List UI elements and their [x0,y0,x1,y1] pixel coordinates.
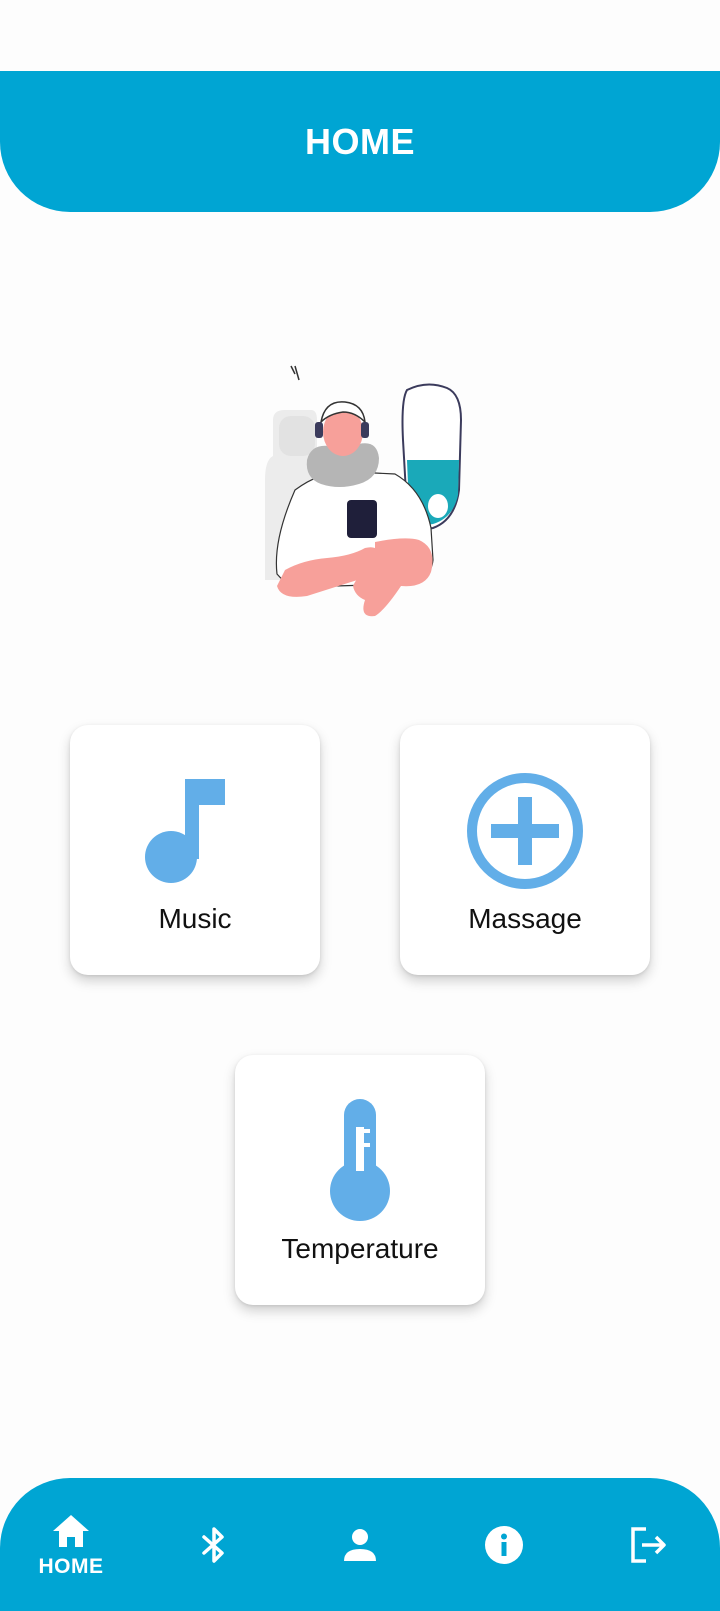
home-icon [51,1511,91,1551]
temperature-card[interactable]: Temperature [235,1055,485,1305]
music-note-icon [133,769,257,893]
info-icon [484,1525,524,1565]
person-listening-music-illustration [265,365,463,617]
bluetooth-icon [194,1525,234,1565]
nav-item-bluetooth[interactable] [159,1478,269,1611]
logout-icon [628,1525,668,1565]
page-title: HOME [305,120,415,162]
music-label: Music [158,903,232,934]
massage-card[interactable]: Massage [400,725,650,975]
nav-item-info[interactable] [449,1478,559,1611]
music-card[interactable]: Music [70,725,320,975]
thermometer-icon [298,1099,422,1223]
plus-circle-icon [463,769,587,893]
nav-item-home[interactable]: HOME [16,1478,126,1611]
temperature-label: Temperature [281,1233,439,1264]
nav-home-label: HOME [38,1554,104,1578]
nav-item-logout[interactable] [593,1478,703,1611]
bottom-navigation: HOME [0,1478,720,1611]
person-icon [340,1525,380,1565]
top-header: HOME [0,71,720,212]
nav-item-profile[interactable] [305,1478,415,1611]
massage-label: Massage [468,903,582,934]
